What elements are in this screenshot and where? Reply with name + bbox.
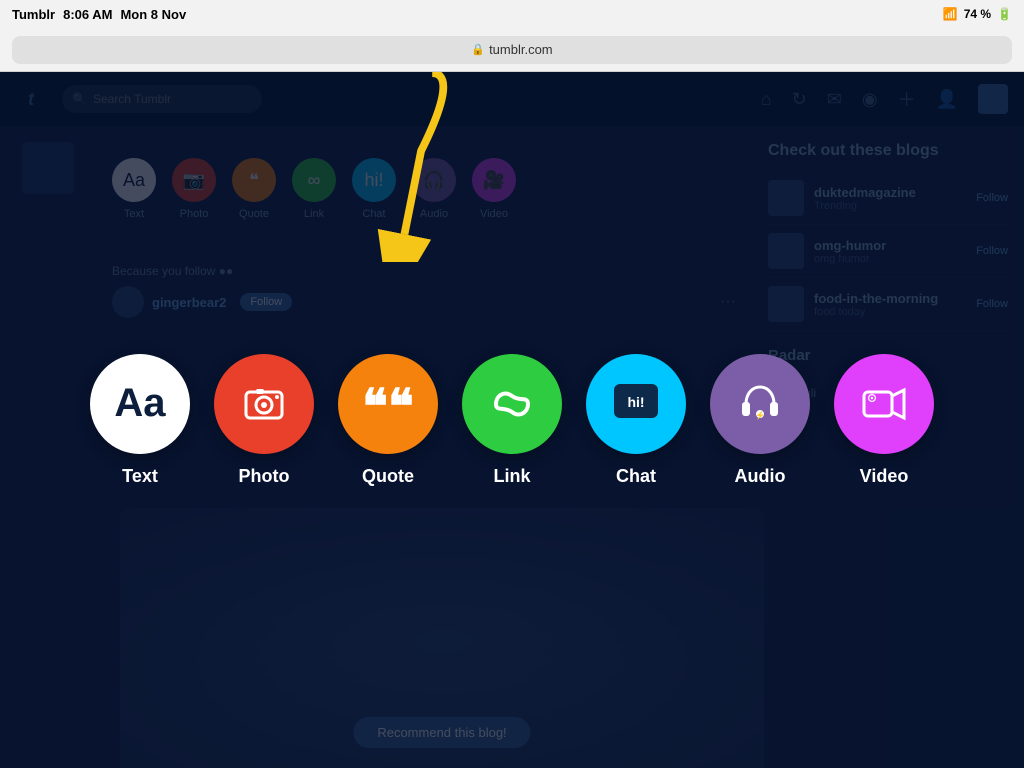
link-circle [462,354,562,454]
photo-circle [214,354,314,454]
audio-circle: ⚡ [710,354,810,454]
text-circle: Aa [90,354,190,454]
photo-picker-label: Photo [239,466,290,487]
lock-icon: 🔒 [471,43,485,56]
audio-picker-label: Audio [735,466,786,487]
quote-picker-label: Quote [362,466,414,487]
time: 8:06 AM [63,7,112,22]
text-picker-label: Text [122,466,158,487]
chat-circle: hi! [586,354,686,454]
picker-chat[interactable]: hi! Chat [586,354,686,487]
app-name: Tumblr [12,7,55,22]
status-bar: Tumblr 8:06 AM Mon 8 Nov 📶 74 % 🔋 [0,0,1024,28]
link-picker-label: Link [493,466,530,487]
address-bar[interactable]: 🔒 tumblr.com [12,36,1012,64]
picker-audio[interactable]: ⚡ Audio [710,354,810,487]
picker-photo[interactable]: Photo [214,354,314,487]
main-content: t 🔍 Search Tumblr ⌂ ↻ ✉ ◉ ＋ 👤 [0,72,1024,768]
modal-overlay: Aa Text Photo ❝❝ [0,72,1024,768]
text-circle-label: Aa [114,381,165,426]
date: Mon 8 Nov [120,7,186,22]
quote-circle-label: ❝❝ [362,384,414,432]
battery-icon: 🔋 [997,7,1012,21]
picker-video[interactable]: Video [834,354,934,487]
headphone-icon: ⚡ [732,376,788,432]
svg-text:⚡: ⚡ [755,410,765,420]
arrow-indicator [340,72,480,262]
chat-picker-label: Chat [616,466,656,487]
url: tumblr.com [489,42,553,57]
battery-level: 74 % [964,7,991,21]
wifi-icon: 📶 [943,7,958,21]
video-camera-icon [858,378,910,430]
picker-quote[interactable]: ❝❝ Quote [338,354,438,487]
video-circle [834,354,934,454]
quote-circle: ❝❝ [338,354,438,454]
camera-icon [242,382,286,426]
picker-text[interactable]: Aa Text [90,354,190,487]
browser-chrome: 🔒 tumblr.com [0,28,1024,72]
link-infinity-icon [486,378,538,430]
video-picker-label: Video [860,466,909,487]
picker-row: Aa Text Photo ❝❝ [58,354,966,487]
chat-bubble-icon: hi! [606,374,666,434]
svg-text:hi!: hi! [627,394,644,410]
picker-link[interactable]: Link [462,354,562,487]
